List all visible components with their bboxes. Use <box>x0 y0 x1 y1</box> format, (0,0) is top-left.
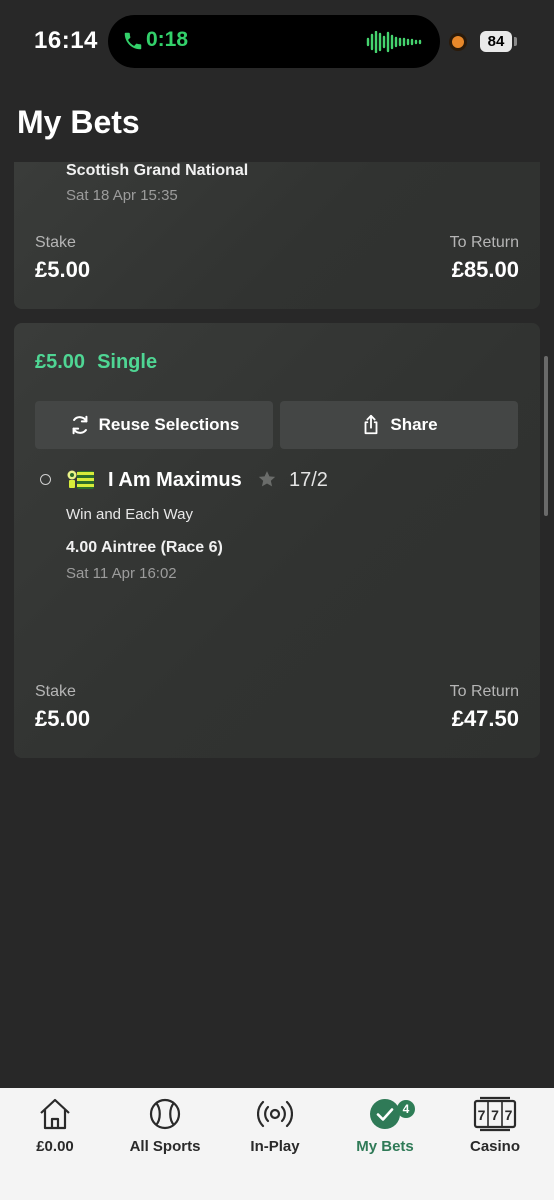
tennis-ball-icon <box>149 1098 181 1130</box>
page-title: My Bets <box>17 104 140 140</box>
stake-value: £5.00 <box>35 706 91 731</box>
return-label: To Return <box>449 683 519 700</box>
broadcast-icon <box>257 1100 293 1128</box>
status-time: 16:14 <box>34 27 98 54</box>
jockey-silks-icon <box>67 470 94 489</box>
nav-item-my-bets[interactable]: 4 My Bets <box>330 1096 440 1156</box>
home-icon <box>40 1098 70 1130</box>
race-date: Sat 11 Apr 16:02 <box>66 565 177 582</box>
refresh-icon <box>72 415 88 435</box>
nav-label: All Sports <box>129 1138 201 1155</box>
market-name: Win and Each Way <box>66 506 193 523</box>
event-name: Scottish Grand National <box>66 162 249 179</box>
nav-label: Casino <box>469 1138 520 1155</box>
stake-value: £5.00 <box>35 257 91 282</box>
bet-header: £5.00 Single <box>35 351 157 374</box>
bet-card[interactable]: £5.00 Single Reuse Selections Share I Am … <box>14 323 540 758</box>
bet-card[interactable]: Scottish Grand National Sat 18 Apr 15:35… <box>14 162 540 309</box>
audio-waveform-icon <box>366 31 422 53</box>
runner-name: I Am Maximus <box>108 469 242 491</box>
reuse-selections-label: Reuse Selections <box>98 415 240 434</box>
battery-tip <box>514 37 517 46</box>
dynamic-island[interactable]: 0:18 <box>108 15 440 68</box>
share-label: Share <box>390 415 438 434</box>
bets-count-badge: 4 <box>397 1100 415 1118</box>
nav-item-home[interactable]: £0.00 <box>0 1096 110 1156</box>
svg-text:7: 7 <box>478 1107 486 1123</box>
race-name: 4.00 Aintree (Race 6) <box>66 539 223 556</box>
camera-indicator-icon <box>452 36 464 48</box>
nav-label: In-Play <box>250 1138 300 1155</box>
event-date: Sat 18 Apr 15:35 <box>66 187 178 204</box>
return-label: To Return <box>449 234 519 251</box>
status-bar: 16:14 0:18 84 <box>0 0 554 86</box>
phone-icon <box>124 32 142 50</box>
nav-label: My Bets <box>356 1138 414 1155</box>
call-timer: 0:18 <box>146 28 189 51</box>
bet-stake-amount: £5.00 <box>35 351 86 373</box>
slot-machine-icon: 7 7 7 <box>473 1096 517 1132</box>
nav-label: £0.00 <box>36 1138 74 1155</box>
nav-item-all-sports[interactable]: All Sports <box>110 1096 220 1156</box>
share-icon <box>364 414 378 435</box>
selection-status-icon <box>40 474 51 485</box>
star-icon[interactable] <box>257 469 277 489</box>
svg-text:7: 7 <box>491 1107 499 1123</box>
return-value: £47.50 <box>451 706 519 731</box>
svg-text:7: 7 <box>505 1107 513 1123</box>
bottom-nav: £0.00 All Sports In-Play 4 My Bets 7 7 7… <box>0 1088 554 1200</box>
stake-label: Stake <box>35 683 76 700</box>
reuse-selections-button[interactable]: Reuse Selections <box>35 401 273 449</box>
nav-item-in-play[interactable]: In-Play <box>220 1096 330 1156</box>
nav-item-casino[interactable]: 7 7 7 Casino <box>440 1096 550 1156</box>
return-value: £85.00 <box>451 257 519 282</box>
scrollbar[interactable] <box>544 356 548 516</box>
stake-label: Stake <box>35 234 76 251</box>
battery-icon: 84 <box>480 31 512 52</box>
share-button[interactable]: Share <box>280 401 518 449</box>
selection-odds: 17/2 <box>289 469 328 491</box>
bet-type: Single <box>97 351 158 373</box>
